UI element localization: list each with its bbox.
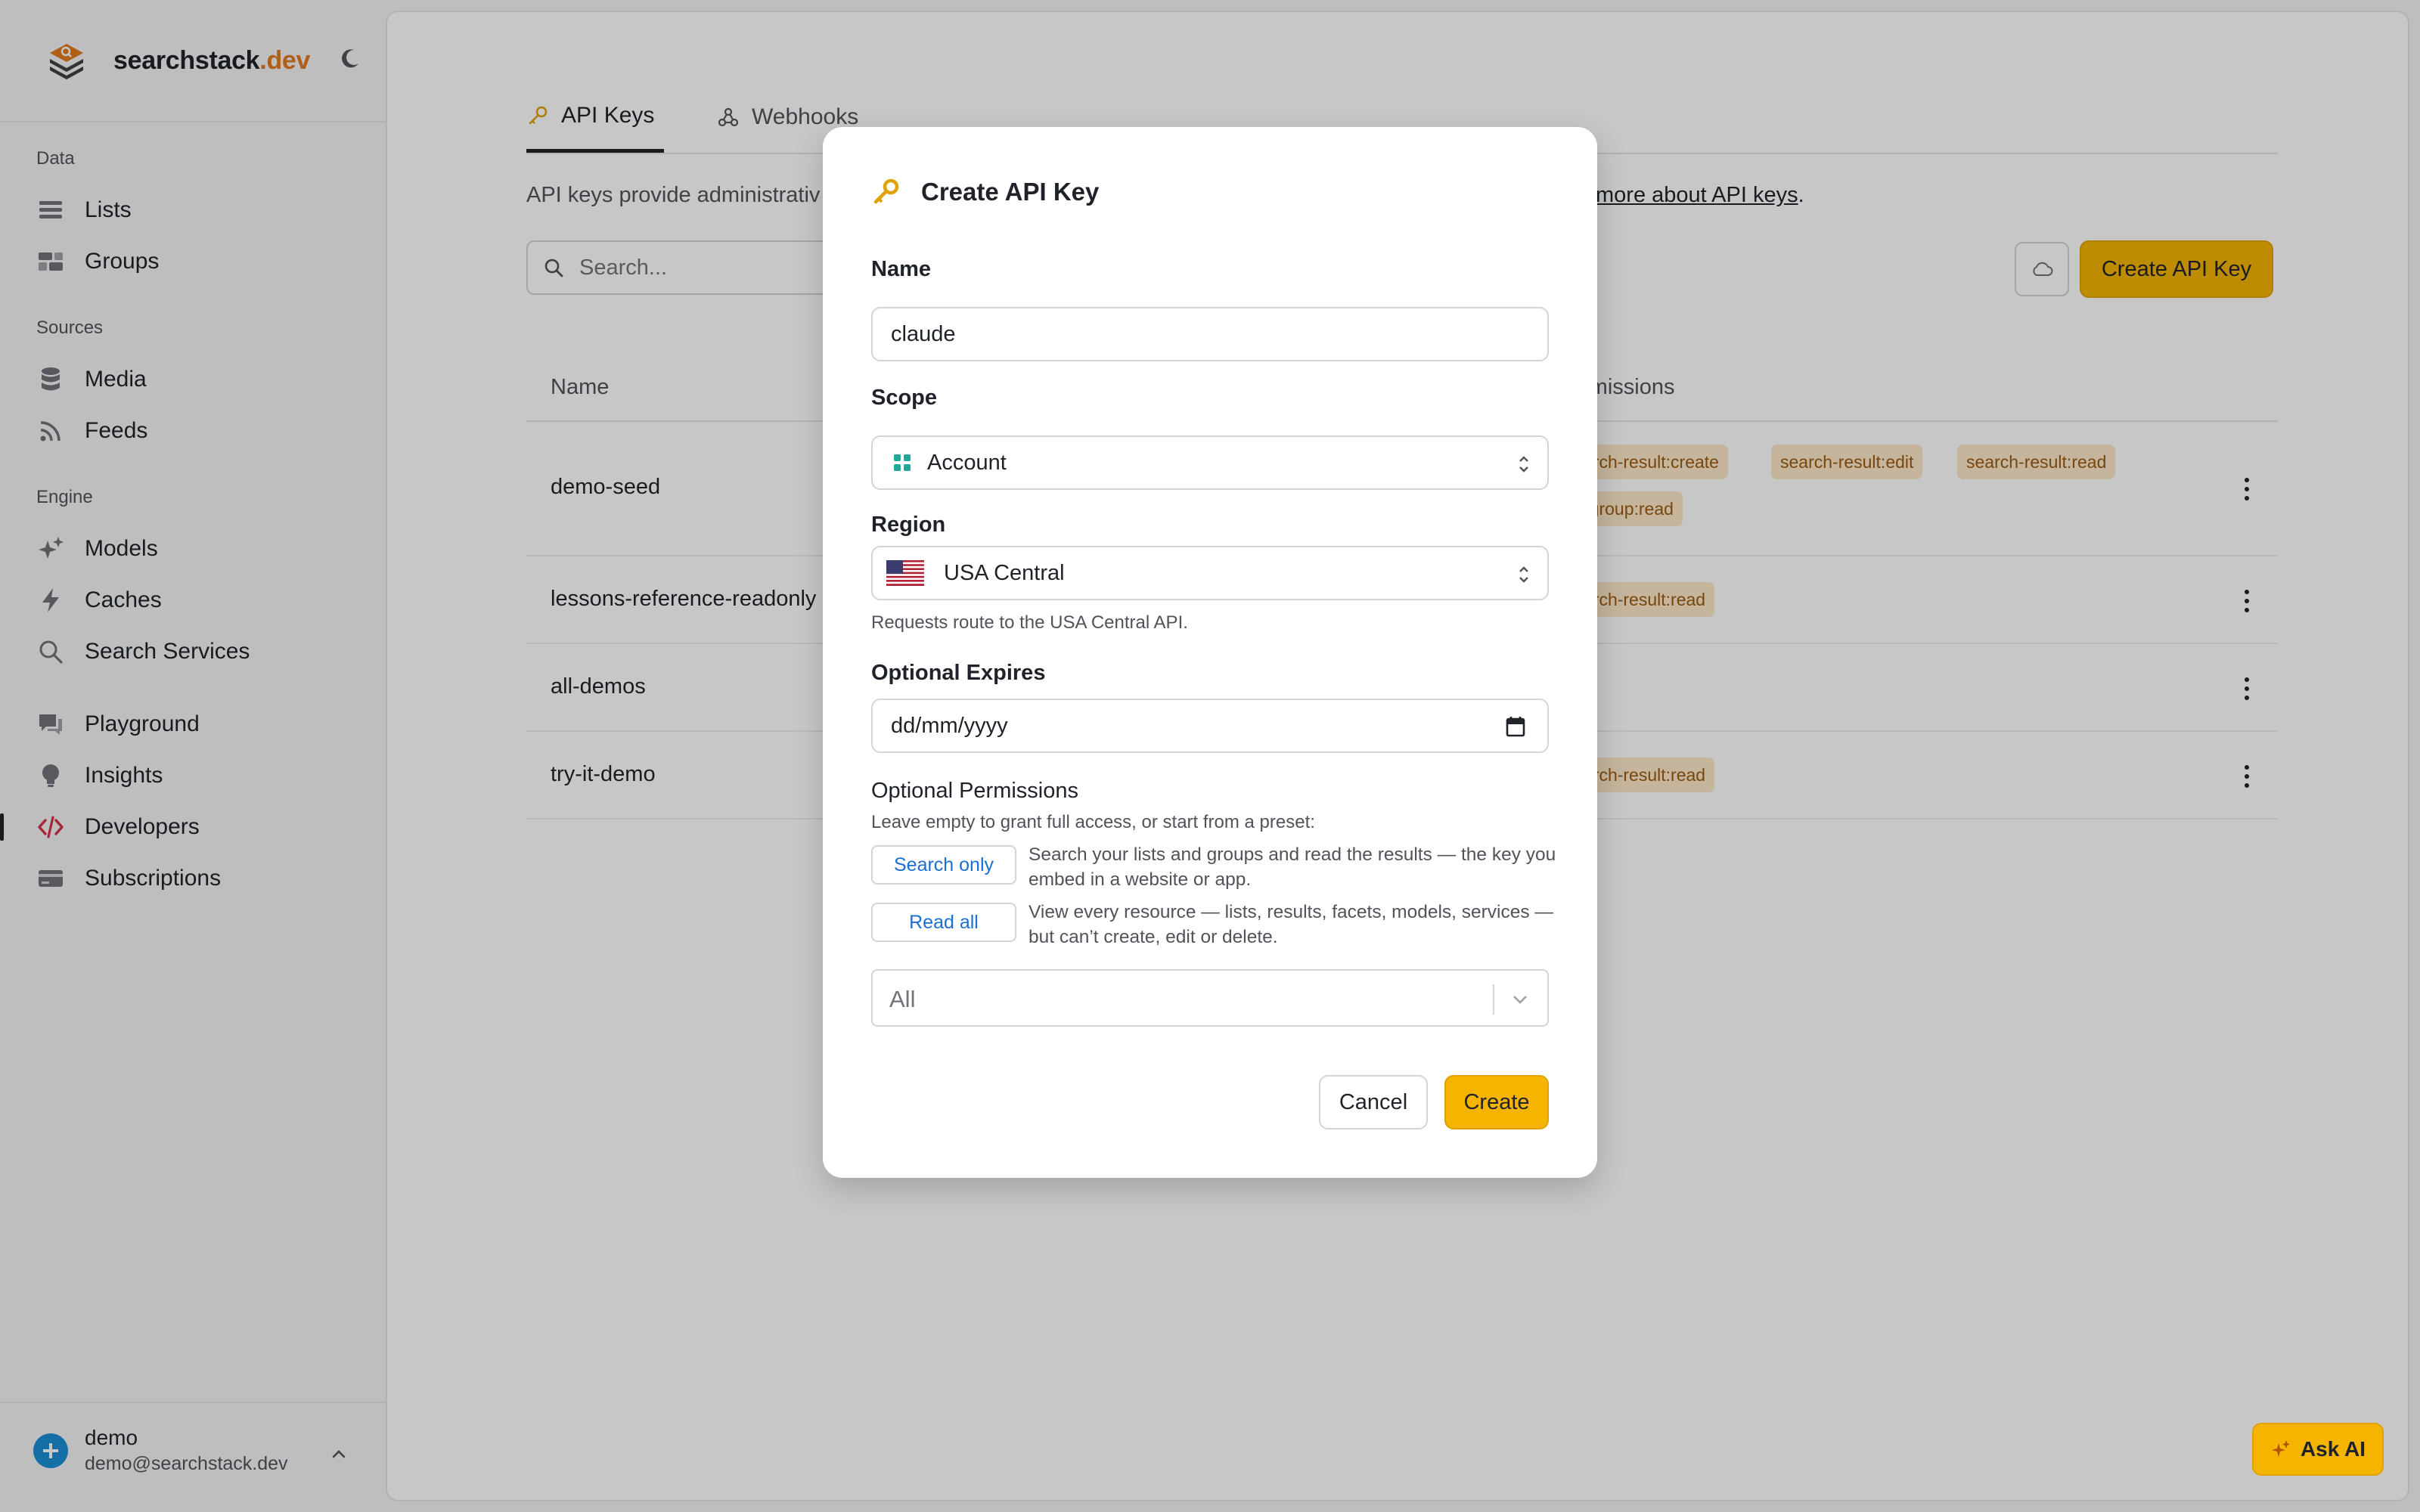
- calendar-icon[interactable]: [1505, 715, 1526, 738]
- grid-icon: [894, 454, 911, 471]
- expires-date-field[interactable]: dd/mm/yyyy: [871, 699, 1549, 753]
- create-button[interactable]: Create: [1444, 1075, 1549, 1129]
- preset-search-only-button[interactable]: Search only: [871, 845, 1016, 885]
- us-flag-icon: [886, 560, 924, 586]
- scope-value: Account: [927, 450, 1007, 475]
- chevron-updown-icon: [1519, 456, 1528, 472]
- create-api-key-dialog: Create API Key Name claude Scope Account…: [823, 127, 1597, 1178]
- divider: [1493, 984, 1494, 1015]
- key-icon: [873, 178, 899, 204]
- dialog-title: Create API Key: [871, 177, 1099, 207]
- permissions-select[interactable]: All: [871, 969, 1549, 1027]
- region-value: USA Central: [944, 560, 1065, 585]
- region-label: Region: [871, 513, 946, 537]
- cancel-button[interactable]: Cancel: [1319, 1075, 1428, 1129]
- sparkles-icon: [2271, 1440, 2290, 1457]
- name-label: Name: [871, 257, 931, 281]
- expires-placeholder: dd/mm/yyyy: [891, 713, 1008, 738]
- ask-ai-label: Ask AI: [2300, 1437, 2366, 1461]
- preset-read-all-button[interactable]: Read all: [871, 903, 1016, 942]
- region-help-text: Requests route to the USA Central API.: [871, 612, 1188, 633]
- chevron-updown-icon: [1519, 566, 1528, 583]
- scope-select[interactable]: Account: [871, 435, 1549, 490]
- ask-ai-button[interactable]: Ask AI: [2252, 1423, 2384, 1476]
- permissions-select-value: All: [889, 986, 916, 1012]
- preset-search-only-desc: Search your lists and groups and read th…: [1028, 844, 1556, 890]
- name-field[interactable]: claude: [871, 307, 1549, 361]
- scope-label: Scope: [871, 386, 938, 410]
- permissions-label: Optional Permissions: [871, 779, 1078, 803]
- expires-label: Optional Expires: [871, 661, 1046, 685]
- dialog-title-text: Create API Key: [921, 178, 1100, 206]
- preset-read-all-desc: View every resource — lists, results, fa…: [1028, 902, 1553, 947]
- permissions-help-text: Leave empty to grant full access, or sta…: [871, 812, 1315, 832]
- name-value: claude: [891, 321, 956, 346]
- region-select[interactable]: USA Central: [871, 546, 1549, 600]
- chevron-down-icon[interactable]: [1509, 989, 1531, 1010]
